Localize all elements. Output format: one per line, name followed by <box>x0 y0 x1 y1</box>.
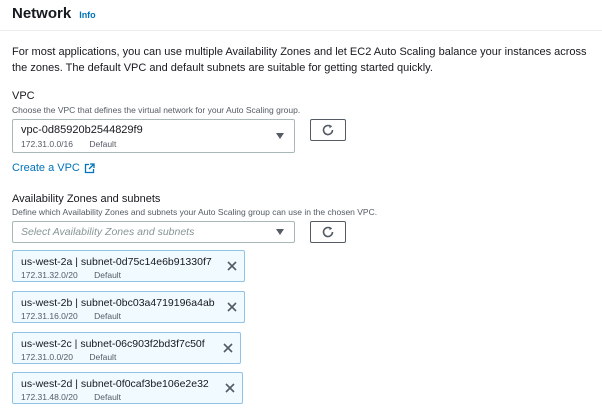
token-meta: 172.31.32.0/20 Default <box>21 270 135 280</box>
info-link[interactable]: Info <box>79 10 96 20</box>
vpc-selected-value: vpc-0d85920b2544829f9 <box>21 124 143 136</box>
azs-select[interactable]: Select Availability Zones and subnets <box>12 221 295 243</box>
token-cidr: 172.31.0.0/20 <box>21 352 73 362</box>
section-header: Network Info <box>12 5 96 22</box>
token-cidr: 172.31.32.0/20 <box>21 270 78 280</box>
header-divider <box>0 30 602 31</box>
token-tag: Default <box>89 352 117 362</box>
vpc-label: VPC <box>12 90 35 102</box>
close-icon[interactable] <box>224 382 236 394</box>
refresh-icon <box>322 226 334 238</box>
token-cidr: 172.31.16.0/20 <box>21 311 78 321</box>
token-label: us-west-2b | subnet-0bc03a4719196a4ab <box>21 297 215 309</box>
subnet-token: us-west-2d | subnet-0f0caf3be106e2e32 17… <box>12 372 243 404</box>
azs-placeholder: Select Availability Zones and subnets <box>21 226 195 238</box>
caret-down-icon <box>276 133 284 139</box>
token-label: us-west-2c | subnet-06c903f2bd3f7c50f <box>21 338 205 350</box>
azs-label: Availability Zones and subnets <box>12 193 161 205</box>
caret-down-icon <box>276 229 284 235</box>
close-icon[interactable] <box>226 301 238 313</box>
vpc-select[interactable]: vpc-0d85920b2544829f9 172.31.0.0/16 Defa… <box>12 119 295 153</box>
vpc-selected-meta: 172.31.0.0/16 Default <box>21 139 130 149</box>
vpc-hint: Choose the VPC that defines the virtual … <box>12 105 301 115</box>
token-tag: Default <box>94 311 122 321</box>
token-label: us-west-2a | subnet-0d75c14e6b91330f7 <box>21 256 212 268</box>
refresh-icon <box>322 124 334 136</box>
network-panel: Network Info For most applications, you … <box>0 0 602 414</box>
token-tag: Default <box>94 270 122 280</box>
vpc-cidr: 172.31.0.0/16 <box>21 139 73 149</box>
subnet-token: us-west-2b | subnet-0bc03a4719196a4ab 17… <box>12 291 245 323</box>
vpc-tag: Default <box>89 139 117 149</box>
token-meta: 172.31.48.0/20 Default <box>21 392 135 402</box>
token-label: us-west-2d | subnet-0f0caf3be106e2e32 <box>21 378 209 390</box>
token-tag: Default <box>94 392 122 402</box>
token-cidr: 172.31.48.0/20 <box>21 392 78 402</box>
subnet-token: us-west-2a | subnet-0d75c14e6b91330f7 17… <box>12 250 245 282</box>
close-icon[interactable] <box>222 342 234 354</box>
azs-hint: Define which Availability Zones and subn… <box>12 207 378 217</box>
external-link-icon <box>84 162 95 173</box>
section-description: For most applications, you can use multi… <box>12 46 587 74</box>
vpc-refresh-button[interactable] <box>310 119 346 141</box>
token-meta: 172.31.0.0/20 Default <box>21 352 130 362</box>
azs-refresh-button[interactable] <box>310 221 346 243</box>
subnet-token: us-west-2c | subnet-06c903f2bd3f7c50f 17… <box>12 332 241 364</box>
create-vpc-link[interactable]: Create a VPC <box>12 162 95 174</box>
create-vpc-label: Create a VPC <box>12 162 80 174</box>
section-title: Network <box>12 5 72 22</box>
close-icon[interactable] <box>226 260 238 272</box>
token-meta: 172.31.16.0/20 Default <box>21 311 135 321</box>
